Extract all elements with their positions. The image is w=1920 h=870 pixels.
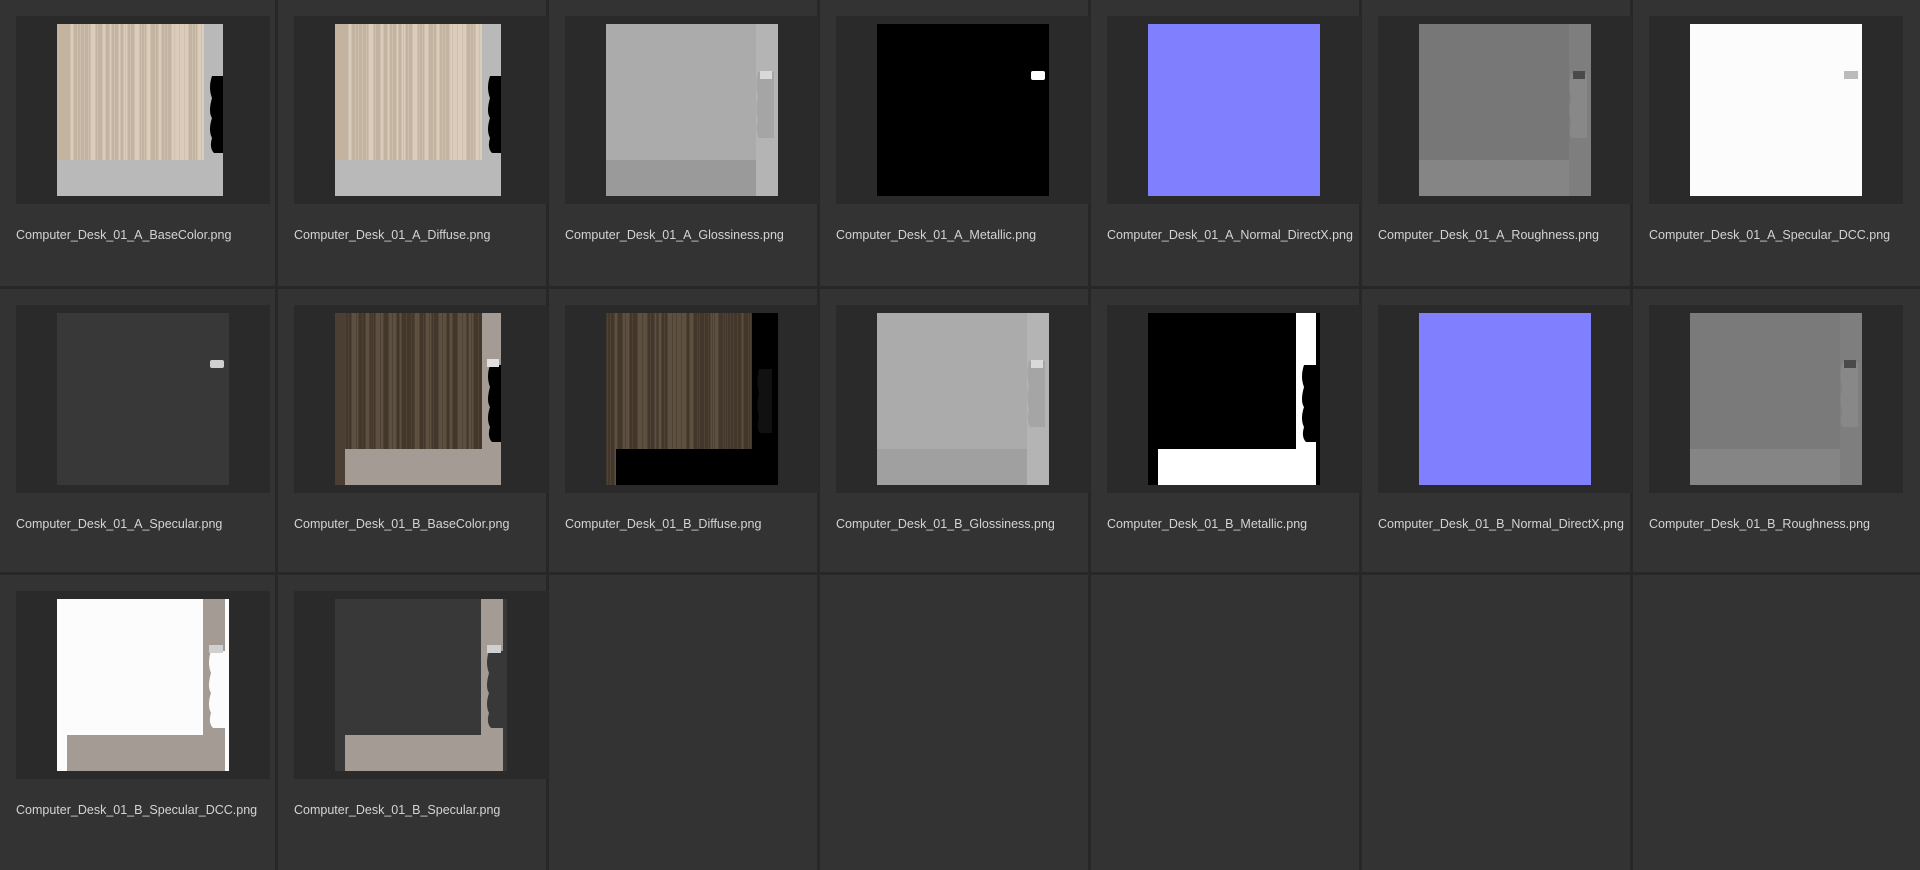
texture-thumbnail	[877, 24, 1049, 196]
file-tile[interactable]: Computer_Desk_01_A_Metallic.png	[820, 0, 1091, 289]
file-name-label: Computer_Desk_01_A_Glossiness.png	[565, 228, 784, 242]
texture-thumbnail	[606, 24, 778, 196]
thumbnail-frame	[294, 16, 548, 204]
texture-thumbnail	[1419, 24, 1591, 196]
file-name-label: Computer_Desk_01_A_Specular.png	[16, 517, 223, 531]
file-tile[interactable]: Computer_Desk_01_A_Glossiness.png	[549, 0, 820, 289]
file-tile[interactable]: Computer_Desk_01_B_Metallic.png	[1091, 289, 1362, 575]
file-tile[interactable]: Computer_Desk_01_B_Normal_DirectX.png	[1362, 289, 1633, 575]
empty-grid-cell	[1091, 575, 1362, 870]
thumbnail-frame	[1378, 305, 1632, 493]
file-tile[interactable]: Computer_Desk_01_B_Glossiness.png	[820, 289, 1091, 575]
texture-thumbnail	[57, 599, 229, 771]
file-name-label: Computer_Desk_01_B_Metallic.png	[1107, 517, 1308, 531]
thumbnail-frame	[1107, 305, 1361, 493]
file-name-label: Computer_Desk_01_B_Specular.png	[294, 803, 501, 817]
file-tile[interactable]: Computer_Desk_01_B_Roughness.png	[1633, 289, 1920, 575]
thumbnail-frame	[1378, 16, 1632, 204]
file-tile[interactable]: Computer_Desk_01_A_Specular_DCC.png	[1633, 0, 1920, 289]
file-name-label: Computer_Desk_01_B_Diffuse.png	[565, 517, 762, 531]
file-tile[interactable]: Computer_Desk_01_A_Normal_DirectX.png	[1091, 0, 1362, 289]
file-name-label: Computer_Desk_01_A_BaseColor.png	[16, 228, 232, 242]
file-name-label: Computer_Desk_01_B_Roughness.png	[1649, 517, 1870, 531]
texture-thumbnail	[335, 599, 507, 771]
file-name-label: Computer_Desk_01_B_Specular_DCC.png	[16, 803, 258, 817]
empty-grid-cell	[820, 575, 1091, 870]
file-name-label: Computer_Desk_01_A_Specular_DCC.png	[1649, 228, 1891, 242]
file-name-label: Computer_Desk_01_A_Roughness.png	[1378, 228, 1599, 242]
texture-thumbnail	[1690, 24, 1862, 196]
file-name-label: Computer_Desk_01_A_Diffuse.png	[294, 228, 491, 242]
empty-grid-cell	[549, 575, 820, 870]
file-tile[interactable]: Computer_Desk_01_A_Specular.png	[0, 289, 278, 575]
texture-thumbnail	[57, 313, 229, 485]
file-tile[interactable]: Computer_Desk_01_B_Specular_DCC.png	[0, 575, 278, 870]
thumbnail-frame	[1649, 305, 1903, 493]
file-tile[interactable]: Computer_Desk_01_A_Roughness.png	[1362, 0, 1633, 289]
thumbnail-frame	[16, 305, 270, 493]
thumbnail-frame	[294, 305, 548, 493]
texture-thumbnail	[877, 313, 1049, 485]
file-name-label: Computer_Desk_01_B_BaseColor.png	[294, 517, 510, 531]
file-name-label: Computer_Desk_01_B_Normal_DirectX.png	[1378, 517, 1624, 531]
file-thumbnail-grid: Computer_Desk_01_A_BaseColor.png Computer…	[0, 0, 1920, 870]
thumbnail-frame	[294, 591, 548, 779]
file-name-label: Computer_Desk_01_A_Normal_DirectX.png	[1107, 228, 1353, 242]
file-tile[interactable]: Computer_Desk_01_A_Diffuse.png	[278, 0, 549, 289]
thumbnail-frame	[565, 305, 819, 493]
file-name-label: Computer_Desk_01_A_Metallic.png	[836, 228, 1037, 242]
thumbnail-frame	[836, 16, 1090, 204]
thumbnail-frame	[565, 16, 819, 204]
thumbnail-frame	[836, 305, 1090, 493]
file-tile[interactable]: Computer_Desk_01_B_Specular.png	[278, 575, 549, 870]
file-name-label: Computer_Desk_01_B_Glossiness.png	[836, 517, 1055, 531]
texture-thumbnail	[1148, 24, 1320, 196]
file-tile[interactable]: Computer_Desk_01_A_BaseColor.png	[0, 0, 278, 289]
empty-grid-cell	[1362, 575, 1633, 870]
thumbnail-frame	[16, 591, 270, 779]
texture-thumbnail	[335, 24, 507, 196]
thumbnail-frame	[16, 16, 270, 204]
texture-thumbnail	[1690, 313, 1862, 485]
file-tile[interactable]: Computer_Desk_01_B_Diffuse.png	[549, 289, 820, 575]
thumbnail-frame	[1649, 16, 1903, 204]
texture-thumbnail	[57, 24, 229, 196]
file-tile[interactable]: Computer_Desk_01_B_BaseColor.png	[278, 289, 549, 575]
empty-grid-cell	[1633, 575, 1920, 870]
texture-thumbnail	[335, 313, 507, 485]
thumbnail-frame	[1107, 16, 1361, 204]
texture-thumbnail	[1419, 313, 1591, 485]
texture-thumbnail	[606, 313, 778, 485]
texture-thumbnail	[1148, 313, 1320, 485]
